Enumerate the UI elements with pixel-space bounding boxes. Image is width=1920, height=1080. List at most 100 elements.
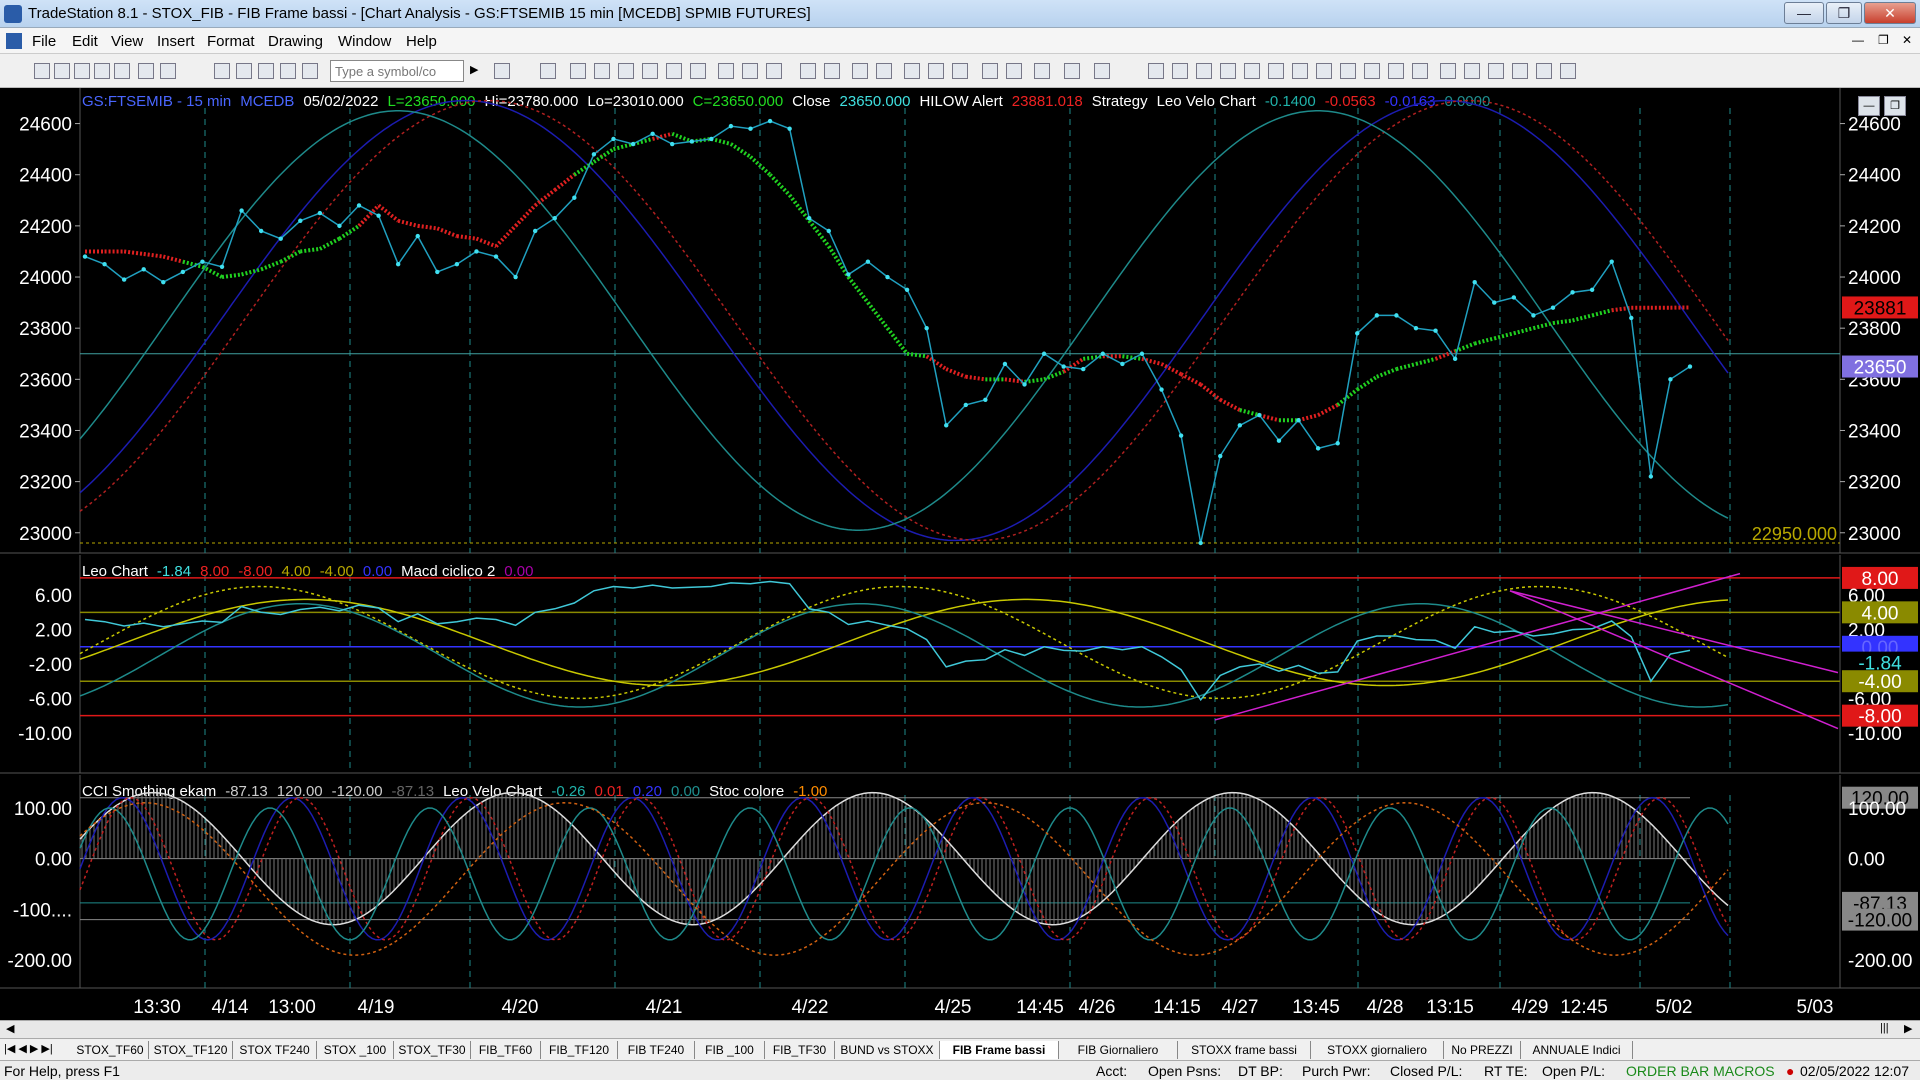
chart-window-icon[interactable] xyxy=(6,33,22,49)
grid-icon[interactable] xyxy=(258,63,274,79)
minimize-button[interactable]: — xyxy=(1784,2,1824,24)
fibonacci-icon[interactable] xyxy=(1220,63,1236,79)
matrix-icon[interactable] xyxy=(742,63,758,79)
tab-stox-tf240[interactable]: STOX TF240 xyxy=(233,1041,317,1059)
horizontal-scrollbar[interactable]: ◀ ||| ▶ xyxy=(0,1020,1920,1038)
chart-restore-button[interactable]: ❐ xyxy=(1884,96,1906,116)
tab-fib-frame-bassi[interactable]: FIB Frame bassi xyxy=(940,1041,1059,1059)
order-bar-macros[interactable]: ORDER BAR MACROS xyxy=(1626,1063,1775,1079)
scroll-icon[interactable] xyxy=(824,63,840,79)
tab-nav-icon[interactable]: |◀ ◀ ▶ ▶| xyxy=(4,1042,53,1055)
tab-fib-tf60[interactable]: FIB_TF60 xyxy=(471,1041,541,1059)
tab-no-prezzi[interactable]: No PREZZI xyxy=(1444,1041,1521,1059)
price-header-item-6: C=23650.000 xyxy=(693,93,784,110)
inner-restore-button[interactable]: ❐ xyxy=(1878,33,1889,47)
tab-stox-tf30[interactable]: STOX_TF30 xyxy=(394,1041,471,1059)
menu-insert[interactable]: Insert xyxy=(157,33,195,50)
compress-icon[interactable] xyxy=(876,63,892,79)
ellipse-icon[interactable] xyxy=(1512,63,1528,79)
chart-type-icon[interactable] xyxy=(540,63,556,79)
bar-chart-icon[interactable] xyxy=(570,63,586,79)
pencil-icon[interactable] xyxy=(1412,63,1428,79)
preview-icon[interactable] xyxy=(160,63,176,79)
scroll-left-icon[interactable]: ◀ xyxy=(6,1022,14,1035)
gann-icon[interactable] xyxy=(1268,63,1284,79)
settings-icon[interactable] xyxy=(852,63,868,79)
new-icon[interactable] xyxy=(34,63,50,79)
channel-icon[interactable] xyxy=(1244,63,1260,79)
ray-icon[interactable] xyxy=(1364,63,1380,79)
tab-fib-tf120[interactable]: FIB_TF120 xyxy=(541,1041,618,1059)
alert-icon[interactable] xyxy=(766,63,782,79)
text-tool-icon[interactable] xyxy=(1560,63,1576,79)
symbol-go-icon[interactable]: ▶ xyxy=(470,63,486,79)
tab-stoxx-giornaliero[interactable]: STOXX giornaliero xyxy=(1311,1041,1444,1059)
arc-icon[interactable] xyxy=(1388,63,1404,79)
trendline-icon[interactable] xyxy=(1148,63,1164,79)
menu-window[interactable]: Window xyxy=(338,33,391,50)
tab-stox-tf60[interactable]: STOX_TF60 xyxy=(72,1041,149,1059)
menu-file[interactable]: File xyxy=(32,33,56,50)
bar-spacing-icon[interactable] xyxy=(800,63,816,79)
link-icon[interactable] xyxy=(302,63,318,79)
speed-lines-icon[interactable] xyxy=(1292,63,1308,79)
tab-fib-100[interactable]: FIB _100 xyxy=(695,1041,765,1059)
chart-canvas[interactable]: GS:FTSEMIB - 15 min MCEDB 05/02/2022 L=2365… xyxy=(0,88,1920,1020)
table-icon[interactable] xyxy=(594,63,610,79)
expand-icon[interactable] xyxy=(904,63,920,79)
menu-drawing[interactable]: Drawing xyxy=(268,33,323,50)
format-icon[interactable] xyxy=(666,63,682,79)
arrow-up-icon[interactable] xyxy=(1488,63,1504,79)
tab-fib-tf30[interactable]: FIB_TF30 xyxy=(765,1041,835,1059)
arrow-down-icon[interactable] xyxy=(1464,63,1480,79)
regression-icon[interactable] xyxy=(1340,63,1356,79)
indicator-icon[interactable] xyxy=(618,63,634,79)
layout-icon[interactable] xyxy=(236,63,252,79)
rectangle-icon[interactable] xyxy=(1536,63,1552,79)
save-icon[interactable] xyxy=(74,63,90,79)
vertical-lines-icon[interactable] xyxy=(1196,63,1212,79)
zoom-in-icon[interactable] xyxy=(928,63,944,79)
inner-minimize-button[interactable]: — xyxy=(1852,33,1864,47)
crosshair-icon[interactable] xyxy=(1006,63,1022,79)
tab-fib-giornaliero[interactable]: FIB Giornaliero xyxy=(1059,1041,1178,1059)
scan-icon[interactable] xyxy=(690,63,706,79)
hilow-segment xyxy=(925,354,948,371)
menu-help[interactable]: Help xyxy=(406,33,437,50)
price-point xyxy=(102,262,107,267)
scroll-right-icon[interactable]: ▶ xyxy=(1904,1022,1912,1035)
data-window-icon[interactable] xyxy=(1064,63,1080,79)
close-button[interactable]: ✕ xyxy=(1864,2,1916,24)
curve-icon[interactable] xyxy=(1440,63,1456,79)
open-icon[interactable] xyxy=(54,63,70,79)
horizontal-lines-icon[interactable] xyxy=(1172,63,1188,79)
radar-icon[interactable] xyxy=(718,63,734,79)
inner-close-button[interactable]: ✕ xyxy=(1902,33,1912,47)
zoom-out-icon[interactable] xyxy=(952,63,968,79)
printer-icon[interactable] xyxy=(138,63,154,79)
tools-icon[interactable] xyxy=(1034,63,1050,79)
tab-stox-tf120[interactable]: STOX_TF120 xyxy=(149,1041,233,1059)
lookup-icon[interactable] xyxy=(494,63,510,79)
menu-edit[interactable]: Edit xyxy=(72,33,98,50)
maximize-button[interactable]: ❐ xyxy=(1826,2,1862,24)
tab-fib-tf240[interactable]: FIB TF240 xyxy=(618,1041,695,1059)
lock-icon[interactable] xyxy=(280,63,296,79)
pointer-icon[interactable] xyxy=(982,63,998,79)
strategy-icon[interactable] xyxy=(642,63,658,79)
tab-bund-vs-stoxx[interactable]: BUND vs STOXX xyxy=(835,1041,940,1059)
notes-icon[interactable] xyxy=(1094,63,1110,79)
menu-view[interactable]: View xyxy=(111,33,143,50)
tab-stox-100[interactable]: STOX _100 xyxy=(317,1041,394,1059)
tab-annuale-indici[interactable]: ANNUALE Indici xyxy=(1521,1041,1633,1059)
scroll-thumb-icon[interactable]: ||| xyxy=(1880,1022,1889,1034)
folder-icon[interactable] xyxy=(114,63,130,79)
menu-format[interactable]: Format xyxy=(207,33,255,50)
window-icon[interactable] xyxy=(214,63,230,79)
chart-minimize-button[interactable]: — xyxy=(1858,96,1880,116)
pitchfork-icon[interactable] xyxy=(1316,63,1332,79)
print-icon[interactable] xyxy=(94,63,110,79)
symbol-input[interactable]: Type a symbol/co xyxy=(330,60,464,82)
chart-area[interactable]: GS:FTSEMIB - 15 min MCEDB 05/02/2022 L=2365… xyxy=(0,88,1920,1020)
tab-stoxx-frame-bassi[interactable]: STOXX frame bassi xyxy=(1178,1041,1311,1059)
